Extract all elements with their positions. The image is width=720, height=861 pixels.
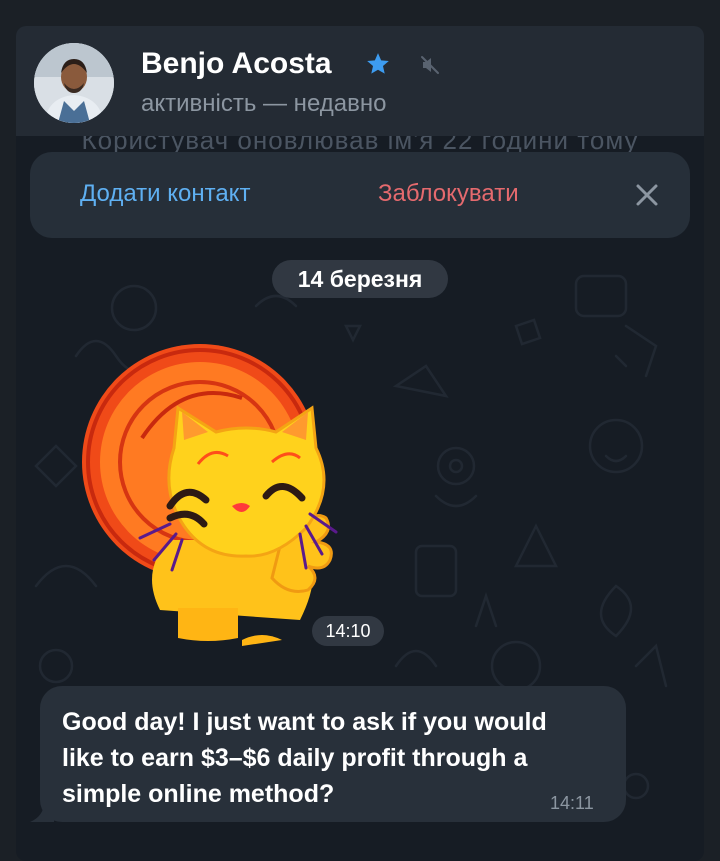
- contact-name: Benjo Acosta: [141, 47, 332, 80]
- chat-header[interactable]: Benjo Acosta активність — недавно: [16, 26, 704, 136]
- last-seen-status: активність — недавно: [141, 90, 387, 117]
- bubble-tail: [30, 802, 54, 822]
- date-separator: 14 березня: [272, 260, 448, 298]
- contact-action-bar: Додати контакт Заблокувати: [30, 152, 690, 238]
- cat-sticker[interactable]: [82, 328, 382, 648]
- avatar-photo: [34, 43, 114, 123]
- message-timestamp: 14:11: [550, 793, 594, 813]
- muted-speaker-icon: [421, 56, 439, 74]
- block-button[interactable]: Заблокувати: [378, 178, 519, 210]
- star-icon: [367, 53, 389, 74]
- add-contact-button[interactable]: Додати контакт: [80, 178, 250, 210]
- message-bubble[interactable]: Good day! I just want to ask if you woul…: [40, 686, 626, 822]
- message-text: Good day! I just want to ask if you woul…: [62, 708, 547, 808]
- close-icon[interactable]: [630, 178, 664, 212]
- avatar[interactable]: [34, 43, 114, 123]
- sticker-timestamp: 14:10: [312, 616, 384, 646]
- chat-window: Користувач оновлював ім'я 22 години тому…: [16, 26, 704, 861]
